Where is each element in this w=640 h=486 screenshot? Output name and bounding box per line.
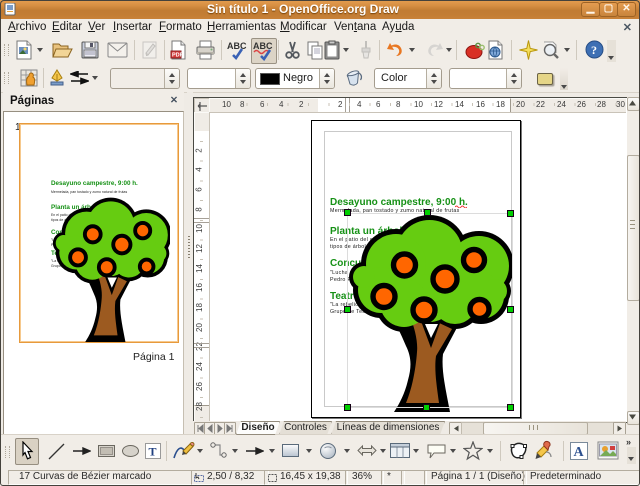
svg-text:ABC: ABC: [253, 41, 273, 51]
svg-text:?: ?: [591, 43, 597, 57]
svg-text:PDF: PDF: [172, 53, 184, 59]
svg-text:ABC: ABC: [227, 41, 247, 51]
svg-text:T: T: [149, 445, 157, 459]
svg-text:A: A: [574, 445, 585, 460]
